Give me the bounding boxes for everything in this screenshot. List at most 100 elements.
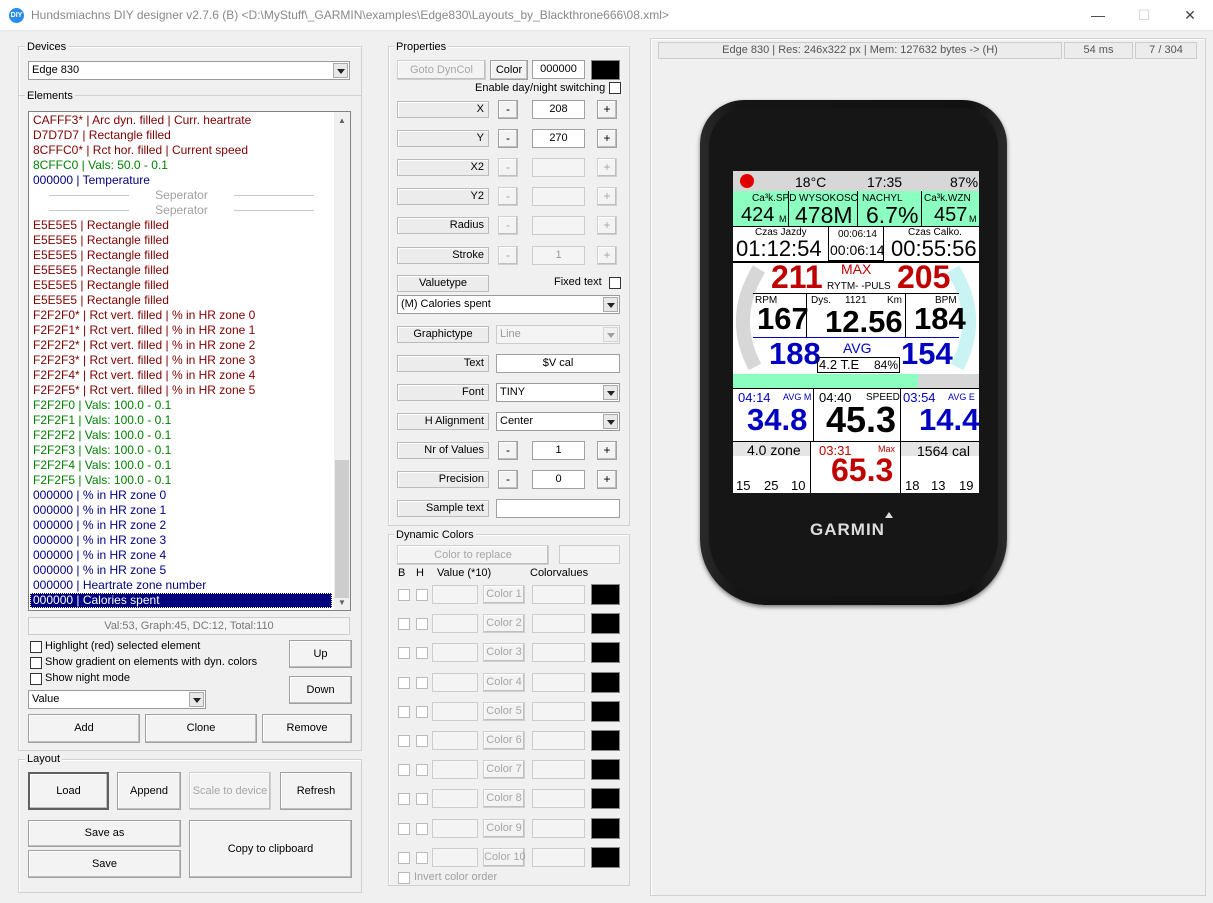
x2-minus-button[interactable]: - [498, 158, 518, 177]
refresh-button[interactable]: Refresh [280, 772, 352, 810]
list-item[interactable]: D7D7D7 | Rectangle filled [33, 128, 171, 143]
minimize-button[interactable]: — [1075, 0, 1121, 31]
colorvalue-field[interactable] [532, 702, 585, 721]
color-1-button[interactable]: Color 1 [483, 585, 525, 604]
value-field[interactable] [432, 789, 478, 808]
color-swatch[interactable] [591, 847, 620, 868]
invert-order-checkbox[interactable] [398, 872, 410, 884]
h-checkbox[interactable] [416, 706, 428, 718]
value-field[interactable] [432, 614, 478, 633]
halign-select[interactable]: Center [496, 412, 620, 431]
list-item[interactable]: 000000 | % in HR zone 1 [33, 503, 166, 518]
b-checkbox[interactable] [398, 852, 410, 864]
device-screen[interactable]: 18°C 17:35 87% Ca³k.SPD 424 M WYSOKOSC 4… [733, 171, 979, 493]
copy-to-clipboard-button[interactable]: Copy to clipboard [189, 820, 352, 878]
color-3-button[interactable]: Color 3 [483, 643, 525, 662]
list-item[interactable]: E5E5E5 | Rectangle filled [33, 293, 169, 308]
sample-text-field[interactable] [496, 499, 620, 518]
append-button[interactable]: Append [117, 772, 181, 810]
colorvalue-field[interactable] [532, 731, 585, 750]
radius-plus-button[interactable]: + [597, 216, 617, 235]
list-item[interactable]: 000000 | % in HR zone 4 [33, 548, 166, 563]
remove-button[interactable]: Remove [262, 714, 352, 743]
list-item[interactable]: F2F2F3 | Vals: 100.0 - 0.1 [33, 443, 171, 458]
y-minus-button[interactable]: - [498, 129, 518, 148]
color-value-field[interactable]: 000000 [532, 60, 585, 79]
down-button[interactable]: Down [289, 676, 352, 704]
stroke-minus-button[interactable]: - [498, 246, 518, 265]
color-2-button[interactable]: Color 2 [483, 614, 525, 633]
h-checkbox[interactable] [416, 823, 428, 835]
list-scrollbar[interactable]: ▲ ▼ [334, 112, 350, 610]
x2-plus-button[interactable]: + [597, 158, 617, 177]
goto-dyncol-button[interactable]: Goto DynCol [397, 60, 486, 80]
x-minus-button[interactable]: - [498, 100, 518, 119]
nrvalues-minus-button[interactable]: - [498, 441, 518, 460]
save-button[interactable]: Save [28, 850, 181, 878]
scale-to-device-button[interactable]: Scale to device [189, 772, 271, 810]
colorvalue-field[interactable] [532, 673, 585, 692]
replace-color-field[interactable] [559, 545, 620, 564]
h-checkbox[interactable] [416, 589, 428, 601]
list-item[interactable]: E5E5E5 | Rectangle filled [33, 233, 169, 248]
close-button[interactable]: ✕ [1167, 0, 1213, 31]
color-swatch[interactable] [591, 642, 620, 663]
color-to-replace-button[interactable]: Color to replace [397, 545, 549, 565]
list-item[interactable]: F2F2F4 | Vals: 100.0 - 0.1 [33, 458, 171, 473]
nrvalues-plus-button[interactable]: + [597, 441, 617, 460]
color-swatch[interactable] [591, 584, 620, 605]
value-field[interactable] [432, 760, 478, 779]
color-9-button[interactable]: Color 9 [483, 819, 525, 838]
highlight-checkbox[interactable] [30, 641, 42, 653]
color-7-button[interactable]: Color 7 [483, 760, 525, 779]
color-swatch[interactable] [591, 613, 620, 634]
list-item[interactable]: F2F2F3* | Rct vert. filled | % in HR zon… [33, 353, 255, 368]
b-checkbox[interactable] [398, 764, 410, 776]
stroke-plus-button[interactable]: + [597, 246, 617, 265]
scrollbar-thumb[interactable] [335, 460, 349, 598]
y2-field[interactable] [532, 187, 585, 206]
color-swatch[interactable] [591, 60, 620, 80]
h-checkbox[interactable] [416, 647, 428, 659]
list-item[interactable]: F2F2F1 | Vals: 100.0 - 0.1 [33, 413, 171, 428]
color-8-button[interactable]: Color 8 [483, 789, 525, 808]
colorvalue-field[interactable] [532, 585, 585, 604]
list-item[interactable]: 000000 | Calories spent [30, 593, 332, 608]
b-checkbox[interactable] [398, 618, 410, 630]
list-item[interactable]: E5E5E5 | Rectangle filled [33, 218, 169, 233]
y2-minus-button[interactable]: - [498, 187, 518, 206]
maximize-button[interactable]: ☐ [1121, 0, 1167, 31]
color-swatch[interactable] [591, 759, 620, 780]
h-checkbox[interactable] [416, 793, 428, 805]
y-field[interactable]: 270 [532, 129, 585, 148]
b-checkbox[interactable] [398, 823, 410, 835]
color-swatch[interactable] [591, 701, 620, 722]
elements-list[interactable]: CAFFF3* | Arc dyn. filled | Curr. heartr… [28, 111, 351, 611]
list-item[interactable]: E5E5E5 | Rectangle filled [33, 278, 169, 293]
up-button[interactable]: Up [289, 640, 352, 668]
list-item[interactable]: CAFFF3* | Arc dyn. filled | Curr. heartr… [33, 113, 251, 128]
stroke-field[interactable]: 1 [532, 246, 585, 265]
list-item[interactable]: E5E5E5 | Rectangle filled [33, 248, 169, 263]
save-as-button[interactable]: Save as [28, 820, 181, 847]
value-field[interactable] [432, 673, 478, 692]
value-field[interactable] [432, 702, 478, 721]
color-swatch[interactable] [591, 672, 620, 693]
value-field[interactable] [432, 585, 478, 604]
clone-button[interactable]: Clone [145, 714, 257, 743]
x2-field[interactable] [532, 158, 585, 177]
scroll-up-icon[interactable]: ▲ [334, 114, 350, 128]
b-checkbox[interactable] [398, 793, 410, 805]
fixed-text-checkbox[interactable] [609, 277, 621, 289]
scroll-down-icon[interactable]: ▼ [334, 596, 350, 610]
valuetype-select[interactable]: (M) Calories spent [397, 295, 620, 314]
colorvalue-field[interactable] [532, 760, 585, 779]
list-item[interactable]: 000000 | % in HR zone 5 [33, 563, 166, 578]
list-item[interactable]: 000000 | % in HR zone 3 [33, 533, 166, 548]
h-checkbox[interactable] [416, 677, 428, 689]
b-checkbox[interactable] [398, 677, 410, 689]
value-field[interactable] [432, 731, 478, 750]
list-item[interactable]: F2F2F0* | Rct vert. filled | % in HR zon… [33, 308, 255, 323]
color-swatch[interactable] [591, 788, 620, 809]
colorvalue-field[interactable] [532, 643, 585, 662]
